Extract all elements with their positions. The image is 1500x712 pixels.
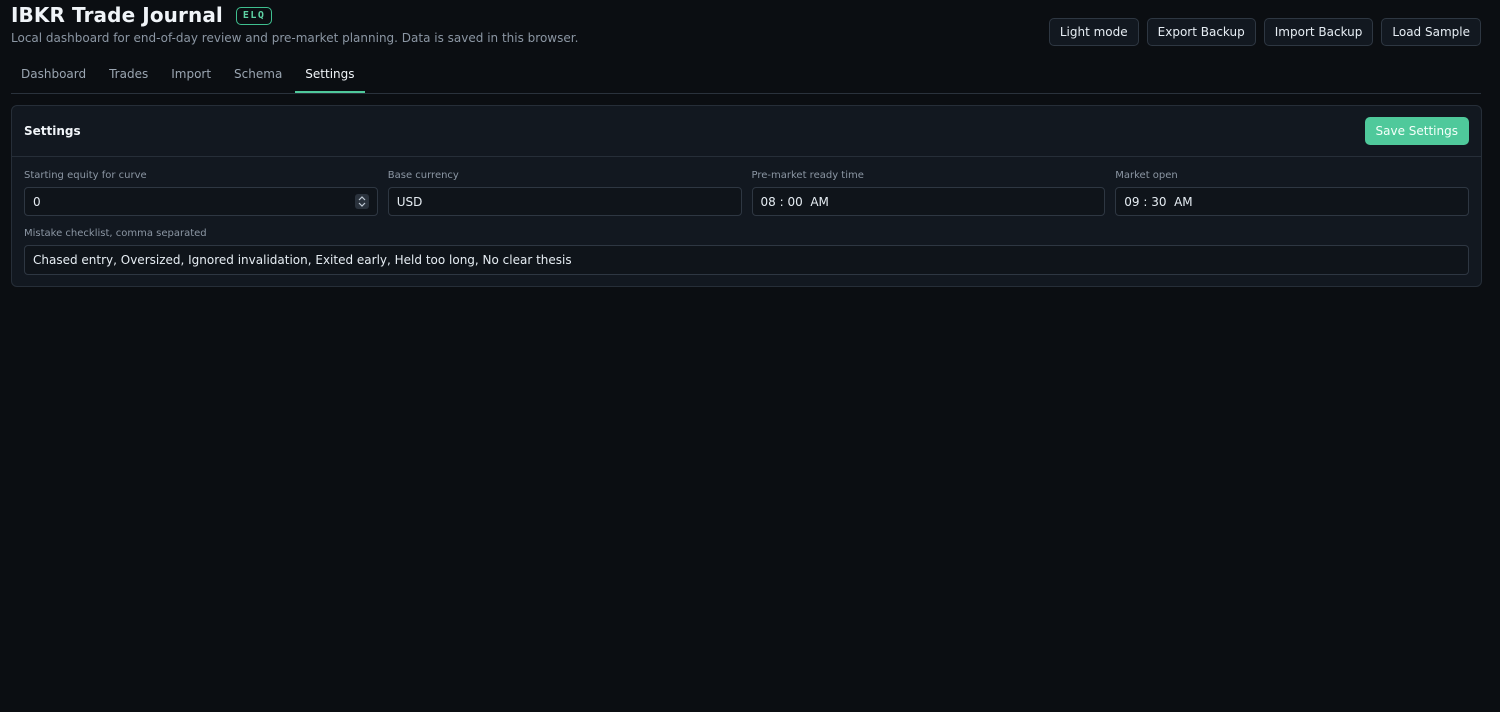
starting-equity-input[interactable]: 0 — [24, 187, 378, 216]
import-backup-button[interactable]: Import Backup — [1263, 18, 1374, 46]
number-stepper-icon[interactable] — [354, 194, 369, 209]
save-settings-button[interactable]: Save Settings — [1364, 117, 1469, 145]
input-value: Chased entry, Oversized, Ignored invalid… — [33, 253, 572, 267]
panel-title: Settings — [24, 124, 81, 138]
tab-trades[interactable]: Trades — [99, 60, 158, 93]
light-mode-button[interactable]: Light mode — [1048, 18, 1139, 46]
base-currency-field: Base currency USD — [387, 169, 742, 216]
starting-equity-field: Starting equity for curve 0 — [24, 169, 378, 216]
account-badge: ELQ — [235, 7, 273, 25]
input-value: 08 : 00 AM — [760, 194, 829, 209]
load-sample-button[interactable]: Load Sample — [1381, 18, 1481, 46]
input-value: USD — [396, 194, 423, 209]
tab-schema[interactable]: Schema — [224, 60, 292, 93]
premarket-time-field: Pre-market ready time 08 : 00 AM — [751, 169, 1106, 216]
settings-fields: Starting equity for curve 0 Base currenc… — [24, 169, 1469, 275]
export-backup-button[interactable]: Export Backup — [1146, 18, 1256, 46]
settings-panel: Settings Save Settings Starting equity f… — [11, 105, 1482, 287]
market-open-input[interactable]: 09 : 30 AM — [1115, 187, 1469, 216]
settings-panel-header: Settings Save Settings — [12, 106, 1481, 157]
input-value: 09 : 30 AM — [1124, 194, 1193, 209]
settings-row: Starting equity for curve 0 Base currenc… — [24, 169, 1469, 216]
market-open-field: Market open 09 : 30 AM — [1115, 169, 1469, 216]
premarket-time-input[interactable]: 08 : 00 AM — [751, 187, 1106, 216]
tab-settings[interactable]: Settings — [295, 60, 365, 93]
app-root: IBKR Trade Journal ELQ Local dashboard f… — [0, 0, 1500, 712]
field-label: Pre-market ready time — [751, 170, 864, 181]
checklist-field: Mistake checklist, comma separated Chase… — [24, 227, 1469, 275]
app-subtitle: Local dashboard for end-of-day review an… — [11, 31, 579, 45]
tab-dashboard[interactable]: Dashboard — [11, 60, 96, 93]
field-label: Mistake checklist, comma separated — [24, 228, 207, 239]
title-row: IBKR Trade Journal ELQ — [11, 3, 273, 27]
field-label: Market open — [1115, 170, 1178, 181]
base-currency-input[interactable]: USD — [387, 187, 742, 216]
app-title: IBKR Trade Journal — [11, 3, 223, 27]
input-value: 0 — [33, 194, 41, 209]
tab-bar: Dashboard Trades Import Schema Settings — [11, 60, 1481, 94]
tab-import[interactable]: Import — [161, 60, 221, 93]
mistake-checklist-input[interactable]: Chased entry, Oversized, Ignored invalid… — [24, 245, 1469, 275]
header-actions: Light mode Export Backup Import Backup L… — [1048, 18, 1481, 46]
field-label: Starting equity for curve — [24, 170, 147, 181]
field-label: Base currency — [387, 170, 459, 181]
